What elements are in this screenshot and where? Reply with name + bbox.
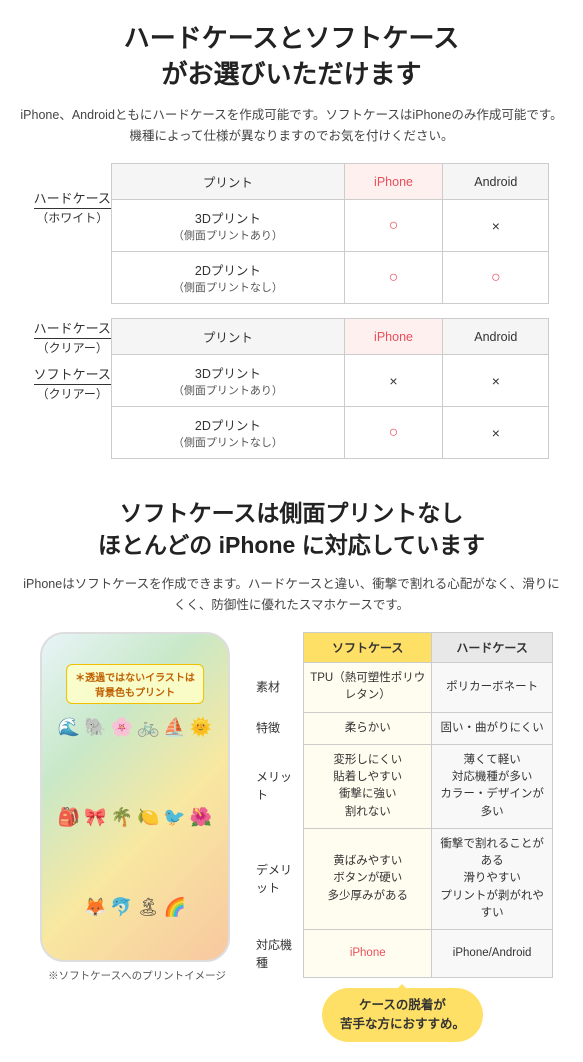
compare-row-label: メリット	[252, 744, 304, 828]
sticker-icon: 🐦	[163, 807, 185, 828]
table2-label1: ハードケース	[34, 320, 111, 339]
table2-header-print: プリント	[111, 319, 344, 355]
compare-soft-cell: TPU（熱可塑性ポリウレタン）	[304, 663, 432, 713]
compare-hard-cell: iPhone/Android	[432, 930, 553, 978]
second-title: ソフトケースは側面プリントなし ほとんどの iPhone に対応しています	[20, 497, 563, 561]
compare-row-label: デメリット	[252, 828, 304, 929]
table2: プリント iPhone Android 3Dプリント （側面プリントあり） × …	[111, 318, 549, 459]
compare-soft-cell: iPhone	[304, 930, 432, 978]
table1-wrapper: ハードケース （ホワイト） プリント iPhone Android 3Dプリント	[34, 163, 550, 304]
sticker-icon: 🦊	[84, 897, 106, 918]
compare-soft-cell: 変形しにくい 貼着しやすい 衝撃に強い 割れない	[304, 744, 432, 828]
table-row: 対応機種iPhoneiPhone/Android	[252, 930, 553, 978]
sticker-icon: 🍋	[137, 807, 159, 828]
compare-row-label: 対応機種	[252, 930, 304, 978]
sticker-icon: 🎀	[84, 807, 106, 828]
compare-table-area: ソフトケース ハードケース 素材TPU（熱可塑性ポリウレタン）ポリカーボネート特…	[252, 632, 553, 1052]
table-row: 素材TPU（熱可塑性ポリウレタン）ポリカーボネート	[252, 663, 553, 713]
bottom-content: ＊透過ではないイラストは 背景色もプリント 🌊🐘🌸🚲⛵🌞 🎒🎀🌴🍋🐦🌺 🦊🐬🏝🌈 ※…	[20, 632, 563, 1052]
compare-row-label: 素材	[252, 663, 304, 713]
compare-row-label: 特徴	[252, 712, 304, 744]
table2-left-labels: ハードケース （クリアー） ソフトケース （クリアー）	[34, 318, 111, 404]
table2-right: プリント iPhone Android 3Dプリント （側面プリントあり） × …	[111, 318, 549, 459]
table1-right: プリント iPhone Android 3Dプリント （側面プリントあり） ○ …	[111, 163, 549, 304]
sticker-icon: 🌺	[190, 807, 212, 828]
table2-wrapper: ハードケース （クリアー） ソフトケース （クリアー） プリント iPhone …	[34, 318, 550, 459]
description-text: iPhone、Androidともにハードケースを作成可能です。ソフトケースはiP…	[20, 105, 563, 148]
second-section: ソフトケースは側面プリントなし ほとんどの iPhone に対応しています iP…	[0, 473, 583, 1061]
sticker-icon: ⛵	[163, 717, 185, 738]
table2-android1: ×	[443, 355, 549, 407]
table-row: 3Dプリント （側面プリントあり） × ×	[111, 355, 548, 407]
compare-table: ソフトケース ハードケース 素材TPU（熱可塑性ポリウレタン）ポリカーボネート特…	[252, 632, 553, 978]
table1-header-print: プリント	[111, 164, 344, 200]
sticker-icon: 🐘	[84, 717, 106, 738]
second-title-line2: ほとんどの iPhone に対応しています	[98, 532, 485, 558]
phone-label: ＊透過ではないイラストは 背景色もプリント	[66, 664, 204, 704]
table1-iphone1: ○	[344, 200, 442, 252]
table-row: 特徴柔らかい固い・曲がりにくい	[252, 712, 553, 744]
table2-label1-block: ハードケース （クリアー）	[34, 318, 111, 358]
table2-label2-sub: （クリアー）	[34, 385, 111, 402]
table-row: 3Dプリント （側面プリントあり） ○ ×	[111, 200, 548, 252]
compare-soft-cell: 柔らかい	[304, 712, 432, 744]
compare-header-soft: ソフトケース	[304, 633, 432, 663]
table1-label: ハードケース	[34, 190, 111, 209]
bubble-container: ケースの脱着が 苦手な方におすすめ。	[252, 988, 553, 1052]
table-row: デメリット黄ばみやすい ボタンが硬い 多少厚みがある衝撃で割れることがある 滑り…	[252, 828, 553, 929]
table1-android1: ×	[443, 200, 549, 252]
table-row: メリット変形しにくい 貼着しやすい 衝撃に強い 割れない薄くて軽い 対応機種が多…	[252, 744, 553, 828]
sticker-icon: 🌴	[111, 807, 133, 828]
compare-soft-cell: 黄ばみやすい ボタンが硬い 多少厚みがある	[304, 828, 432, 929]
table2-label2: ソフトケース	[34, 366, 111, 385]
table2-iphone1: ×	[344, 355, 442, 407]
table1-iphone2: ○	[344, 252, 442, 304]
sticker-icon: 🌊	[58, 717, 80, 738]
sticker-icon: 🌸	[111, 717, 133, 738]
bubble: ケースの脱着が 苦手な方におすすめ。	[322, 988, 483, 1042]
compare-hard-cell: ポリカーボネート	[432, 663, 553, 713]
compare-header-hard: ハードケース	[432, 633, 553, 663]
sticker-icon: 🐬	[110, 897, 132, 918]
table1-android2: ○	[443, 252, 549, 304]
table1-header-android: Android	[443, 164, 549, 200]
compare-hard-cell: 薄くて軽い 対応機種が多い カラー・デザインが多い	[432, 744, 553, 828]
table2-label1-sub: （クリアー）	[34, 339, 111, 356]
bubble-line1: ケースの脱着が	[359, 998, 446, 1012]
table1-left-labels: ハードケース （ホワイト）	[34, 163, 111, 253]
compare-hard-cell: 衝撃で割れることがある 滑りやすい プリントが剥がれやすい	[432, 828, 553, 929]
phone-image-area: ＊透過ではないイラストは 背景色もプリント 🌊🐘🌸🚲⛵🌞 🎒🎀🌴🍋🐦🌺 🦊🐬🏝🌈 ※…	[30, 632, 240, 983]
table1-print1: 3Dプリント （側面プリントあり）	[111, 200, 344, 252]
table1: プリント iPhone Android 3Dプリント （側面プリントあり） ○ …	[111, 163, 549, 304]
sticker-icon: 🌞	[190, 717, 212, 738]
top-section: ハードケースとソフトケース がお選びいただけます iPhone、Androidと…	[0, 0, 583, 473]
table-row: 2Dプリント （側面プリントなし） ○ ×	[111, 407, 548, 459]
main-title: ハードケースとソフトケース がお選びいただけます	[20, 20, 563, 93]
main-title-line1: ハードケースとソフトケース	[124, 23, 459, 53]
table1-print2: 2Dプリント （側面プリントなし）	[111, 252, 344, 304]
sticker-icon: 🚲	[137, 717, 159, 738]
second-description: iPhoneはソフトケースを作成できます。ハードケースと違い、衝撃で割れる心配が…	[20, 574, 563, 617]
bubble-line2: 苦手な方におすすめ。	[340, 1017, 465, 1031]
table2-header-iphone: iPhone	[344, 319, 442, 355]
table2-print2: 2Dプリント （側面プリントなし）	[111, 407, 344, 459]
main-title-line2: がお選びいただけます	[161, 59, 421, 89]
table1-header-iphone: iPhone	[344, 164, 442, 200]
compare-hard-cell: 固い・曲がりにくい	[432, 712, 553, 744]
table-row: 2Dプリント （側面プリントなし） ○ ○	[111, 252, 548, 304]
table1-label-block: ハードケース （ホワイト）	[34, 163, 111, 253]
second-title-line1: ソフトケースは側面プリントなし	[120, 500, 464, 526]
sticker-icon: 🏝	[137, 897, 160, 918]
phone-mockup: ＊透過ではないイラストは 背景色もプリント 🌊🐘🌸🚲⛵🌞 🎒🎀🌴🍋🐦🌺 🦊🐬🏝🌈	[40, 632, 230, 962]
sticker-icon: 🎒	[58, 807, 80, 828]
footer-note: ※ソフトケースへのプリントイメージ	[30, 968, 240, 983]
table2-header-android: Android	[443, 319, 549, 355]
table2-iphone2: ○	[344, 407, 442, 459]
table1-label-sub: （ホワイト）	[34, 209, 111, 226]
table2-label2-block: ソフトケース （クリアー）	[34, 364, 111, 404]
sticker-icon: 🌈	[164, 897, 186, 918]
table2-print1: 3Dプリント （側面プリントあり）	[111, 355, 344, 407]
table2-android2: ×	[443, 407, 549, 459]
